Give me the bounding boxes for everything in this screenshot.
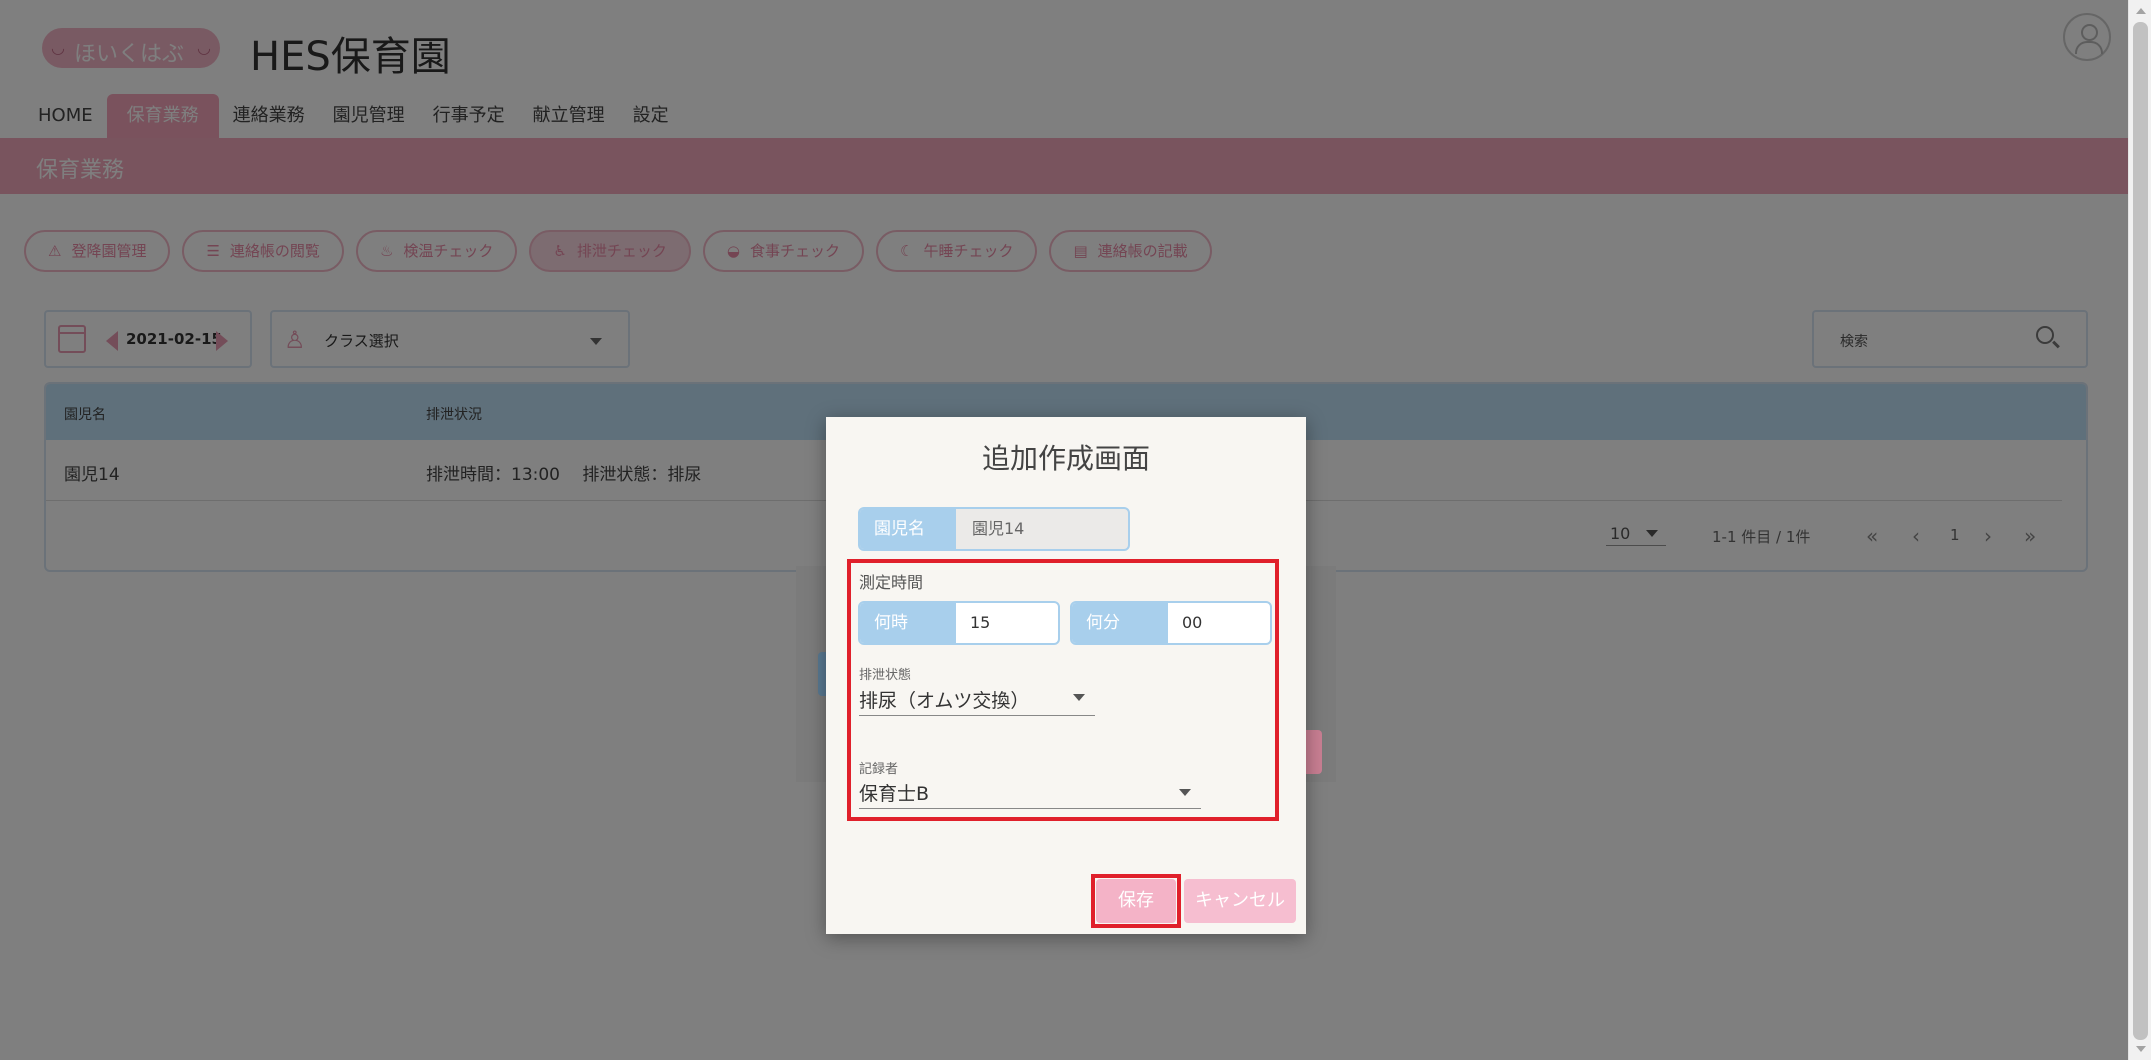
cancel-button[interactable]: キャンセル [1184, 879, 1296, 923]
add-record-dialog: 追加作成画面 園児名 園児14 測定時間 何時 15 何分 00 排泄状態 排尿… [826, 417, 1306, 934]
dialog-title: 追加作成画面 [981, 442, 1150, 475]
scroll-down-icon[interactable] [2136, 1046, 2146, 1052]
child-name-field: 園児名 園児14 [858, 507, 1130, 551]
highlight-fields-box [847, 559, 1279, 821]
child-name-value: 園児14 [972, 519, 1025, 538]
child-name-label: 園児名 [860, 509, 956, 549]
highlight-save-box [1091, 874, 1181, 928]
scroll-thumb[interactable] [2133, 22, 2148, 1040]
page-scrollbar[interactable] [2128, 0, 2151, 1060]
scroll-up-icon[interactable] [2136, 8, 2146, 14]
